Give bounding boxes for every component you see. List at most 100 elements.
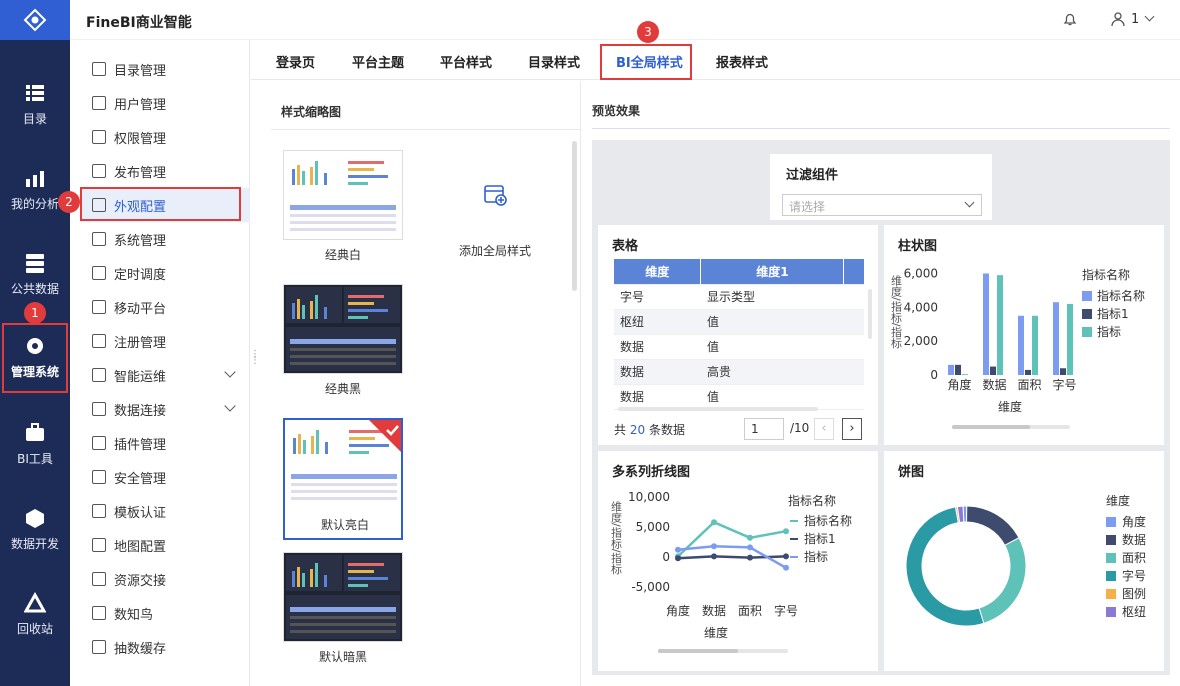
table-header-cell[interactable]: 维度1: [700, 259, 845, 285]
tab-6[interactable]: 报表样式: [716, 52, 768, 71]
style-thumbnail-1[interactable]: [283, 150, 403, 240]
menu-item-7[interactable]: 定时调度: [80, 256, 250, 290]
toolbox-icon: [26, 423, 44, 441]
table-header-cell[interactable]: 指: [843, 259, 864, 285]
filter-card: 过滤组件 请选择: [770, 154, 992, 220]
table-cell: [843, 309, 864, 335]
next-page-button[interactable]: ›: [842, 418, 862, 440]
page-input[interactable]: 1: [744, 418, 784, 440]
menu-item-9[interactable]: 注册管理: [80, 324, 250, 358]
rail-item-7[interactable]: 回收站: [0, 580, 70, 650]
menu-item-8[interactable]: 移动平台: [80, 290, 250, 324]
menu-item-icon: [92, 232, 106, 246]
menu-item-16[interactable]: 资源交接: [80, 562, 250, 596]
line-x-tick: 数据: [702, 603, 726, 618]
thumbnail-label: 默认暗黑: [318, 650, 367, 664]
bar-y-tick: 0: [930, 368, 938, 382]
menu-item-18[interactable]: 抽数缓存: [80, 630, 250, 664]
menu-item-1[interactable]: 目录管理: [80, 52, 250, 86]
menu-item-label: 模板认证: [114, 505, 167, 521]
menu-item-icon: [92, 436, 106, 450]
step-badge-2: 2: [58, 191, 80, 213]
pie-chart: 维度角度数据面积字号图例枢纽: [905, 493, 1146, 627]
tab-3[interactable]: 平台样式: [440, 52, 492, 71]
filter-placeholder: 请选择: [789, 200, 826, 214]
menu-item-14[interactable]: 模板认证: [80, 494, 250, 528]
menu-item-icon: [92, 368, 106, 382]
table-cell: 高贵: [700, 359, 844, 385]
menu-item-label: 发布管理: [114, 165, 167, 181]
rail-item-2[interactable]: 我的分析: [0, 155, 70, 225]
chevron-down-icon[interactable]: [224, 366, 236, 378]
tab-2[interactable]: 平台主题: [352, 52, 404, 71]
add-style-button[interactable]: 添加全局样式: [440, 180, 550, 270]
chevron-down-icon[interactable]: [1144, 11, 1155, 22]
menu-item-13[interactable]: 安全管理: [80, 460, 250, 494]
menu-item-11[interactable]: 数据连接: [80, 392, 250, 426]
logo[interactable]: [0, 0, 70, 40]
menu-item-3[interactable]: 权限管理: [80, 120, 250, 154]
menu-item-label: 定时调度: [114, 267, 167, 283]
table-header-cell[interactable]: 维度: [614, 259, 702, 285]
menu-item-2[interactable]: 用户管理: [80, 86, 250, 120]
menu-item-10[interactable]: 智能运维: [80, 358, 250, 392]
bar-x-tick: 角度: [947, 377, 971, 392]
table-row: 字号 显示类型: [614, 284, 864, 310]
line-point: [711, 519, 717, 526]
rail-item-5[interactable]: BI工具: [0, 410, 70, 480]
tab-bar: 登录页 平台主题 平台样式 目录样式 BI全局样式 报表样式: [251, 40, 1180, 80]
bar-legend-swatch: [1082, 327, 1092, 337]
vertical-scrollbar[interactable]: [868, 289, 872, 339]
menu-item-label: 用户管理: [114, 97, 167, 113]
page-count: /10: [790, 421, 810, 435]
tab-4[interactable]: 目录样式: [528, 52, 580, 71]
bar-y-tick: 4,000: [904, 300, 938, 314]
user-name[interactable]: 1: [1131, 12, 1139, 27]
style-thumbnail-4[interactable]: [283, 552, 403, 642]
rail-item-1[interactable]: 目录: [0, 70, 70, 140]
menu-item-15[interactable]: 地图配置: [80, 528, 250, 562]
pie-legend-swatch: [1106, 553, 1116, 563]
user-icon[interactable]: [1110, 11, 1126, 31]
scrollbar[interactable]: [572, 141, 577, 291]
rail-item-6[interactable]: 数据开发: [0, 495, 70, 565]
menu-item-17[interactable]: 数知鸟: [80, 596, 250, 630]
menu-item-icon: [92, 470, 106, 484]
line-scrollbar-thumb: [658, 649, 738, 653]
bar-4-1: [1053, 302, 1059, 375]
thumbnail-preview: [286, 287, 400, 371]
filter-select[interactable]: 请选择: [782, 194, 982, 216]
table-cell: [843, 384, 864, 410]
tab-1[interactable]: 登录页: [276, 52, 315, 71]
rail-item-3[interactable]: 公共数据: [0, 240, 70, 310]
divider: [592, 128, 1170, 129]
menu-item-icon: [92, 538, 106, 552]
menu-item-4[interactable]: 发布管理: [80, 154, 250, 188]
bell-icon[interactable]: [1062, 11, 1078, 31]
menu-item-6[interactable]: 系统管理: [80, 222, 250, 256]
table-row: 数据值: [614, 384, 864, 410]
menu-item-label: 目录管理: [114, 63, 167, 79]
chevron-down-icon[interactable]: [224, 400, 236, 412]
bar-scrollbar-thumb: [952, 425, 1030, 429]
style-thumbnail-3[interactable]: 默认亮白: [283, 418, 403, 540]
highlight-box-tab: [600, 44, 692, 80]
line-y-tick: 5,000: [636, 520, 670, 534]
bar-1-3: [962, 374, 968, 375]
prev-page-button[interactable]: ‹: [814, 418, 834, 440]
data-table: 维度维度1指 字号显示类型枢纽值数据值数据高贵数据值: [614, 259, 864, 410]
style-thumbnail-2[interactable]: [283, 284, 403, 374]
bar-4-3: [1067, 303, 1073, 375]
add-style-icon: [484, 185, 507, 206]
highlight-box-rail: [2, 323, 68, 393]
line-point: [675, 546, 681, 553]
pie-legend-label: 图例: [1122, 587, 1146, 601]
menu-item-12[interactable]: 插件管理: [80, 426, 250, 460]
menu-item-label: 智能运维: [114, 369, 167, 385]
line-point: [675, 555, 681, 562]
table-row: 枢纽值: [614, 309, 864, 335]
table-wrap: 维度维度1指 字号显示类型枢纽值数据值数据高贵数据值: [614, 259, 864, 411]
line-y-label: 维度/指标/指标: [610, 501, 623, 575]
filter-title: 过滤组件: [786, 168, 839, 183]
horizontal-scrollbar[interactable]: [618, 407, 818, 411]
